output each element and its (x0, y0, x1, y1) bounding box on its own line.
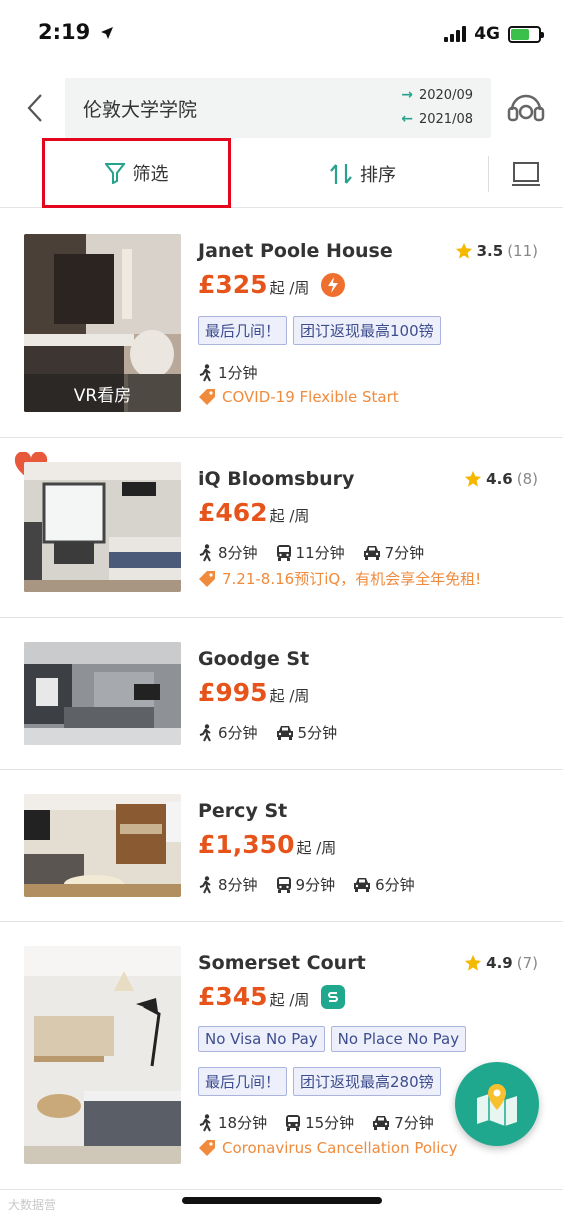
listing-photo (24, 642, 181, 745)
listing-name: Percy St (198, 800, 288, 822)
car-icon (354, 878, 371, 892)
location-arrow-icon (100, 27, 113, 39)
transit-times: 6分钟 5分钟 (198, 722, 355, 743)
walk-icon (199, 1113, 211, 1131)
search-bar[interactable]: 伦敦大学学院 → 2020/09 ← 2021/08 (65, 78, 491, 138)
listing-rating: 4.6 (8) (464, 470, 538, 488)
transit-times: 18分钟 15分钟 7分钟 (198, 1112, 452, 1133)
divider (488, 156, 489, 192)
map-view-button[interactable] (455, 1062, 539, 1146)
check-in-date: → 2020/09 (401, 87, 473, 103)
tag: No Visa No Pay (198, 1026, 325, 1052)
listing-card[interactable]: VR看房 Janet Poole House 3.5 (11) £325 起 /周… (0, 210, 563, 438)
listing-tags: 最后几间！ 团订返现最高280镑 (198, 1067, 441, 1096)
battery-icon (508, 25, 544, 43)
status-bar: 2:19 4G (0, 0, 563, 70)
listing-tags: 最后几间！ 团订返现最高100镑 (198, 316, 441, 345)
listing-card[interactable]: Somerset Court 4.9 (7) £345 起 /周 No Visa … (0, 922, 563, 1190)
star-icon (465, 470, 482, 487)
tag: 团订返现最高100镑 (293, 316, 441, 345)
filter-sort-bar: 筛选 排序 (0, 138, 563, 208)
sort-button[interactable]: 排序 (330, 154, 396, 194)
walk-icon (199, 723, 211, 741)
listing-rating: 4.9 (7) (464, 954, 538, 972)
listing-price: £462 起 /周 (198, 498, 310, 527)
listing-price: £345 起 /周 (198, 982, 346, 1011)
arrow-left-icon: ← (401, 111, 413, 127)
listing-photo (24, 794, 181, 897)
promotion: COVID-19 Flexible Start (198, 388, 399, 406)
listing-photo (24, 946, 181, 1164)
listing-name: Goodge St (198, 648, 310, 670)
laptop-view-icon (512, 162, 540, 186)
sort-label: 排序 (360, 165, 396, 186)
network-type: 4G (474, 24, 500, 44)
sort-arrows-icon (330, 164, 352, 184)
listing-price: £1,350 起 /周 (198, 830, 337, 859)
price-tag-icon (199, 389, 215, 405)
chevron-left-icon (27, 94, 42, 122)
back-button[interactable] (20, 92, 50, 124)
car-icon (373, 1116, 390, 1130)
star-icon (455, 242, 472, 259)
listing-card[interactable]: Percy St £1,350 起 /周 8分钟 9分钟 6分钟 (0, 770, 563, 922)
listing-name: iQ Bloomsbury (198, 468, 355, 490)
listing-card[interactable]: Goodge St £995 起 /周 6分钟 5分钟 (0, 618, 563, 770)
price-tag-icon (199, 1140, 215, 1156)
listing-rating: 3.5 (11) (455, 242, 538, 260)
listing-tags: No Visa No Pay No Place No Pay (198, 1026, 467, 1052)
home-indicator[interactable] (182, 1197, 382, 1204)
listing-price: £995 起 /周 (198, 678, 310, 707)
listing-price: £325 起 /周 (198, 270, 346, 299)
lightning-icon (321, 272, 346, 297)
watermark: 大数据营 (8, 1198, 57, 1212)
customer-service-button[interactable] (505, 90, 547, 126)
headset-icon (507, 94, 545, 122)
status-time: 2:19 (38, 20, 114, 44)
listing-name: Janet Poole House (198, 240, 393, 262)
map-pin-icon (477, 1084, 517, 1126)
promotion: Coronavirus Cancellation Policy (198, 1139, 458, 1157)
transit-times: 8分钟 9分钟 6分钟 (198, 874, 433, 895)
filter-button[interactable]: 筛选 (42, 138, 231, 208)
tag: 最后几间！ (198, 316, 288, 345)
bus-icon (286, 1115, 301, 1131)
search-query: 伦敦大学学院 (83, 99, 198, 121)
filter-label: 筛选 (132, 164, 169, 185)
filter-funnel-icon (104, 163, 125, 184)
car-icon (276, 726, 293, 740)
verified-brand-icon (321, 984, 346, 1009)
walk-icon (199, 543, 211, 561)
car-icon (363, 546, 380, 560)
transit-times: 1分钟 (198, 362, 276, 383)
arrow-right-icon: → (401, 87, 413, 103)
price-tag-icon (199, 570, 215, 587)
tag: 最后几间！ (198, 1067, 288, 1096)
check-out-date: ← 2021/08 (401, 111, 473, 127)
listing-photo: VR看房 (24, 234, 181, 412)
tag: No Place No Pay (330, 1026, 467, 1052)
listing-card[interactable]: iQ Bloomsbury 4.6 (8) £462 起 /周 8分钟 11分钟 … (0, 438, 563, 618)
cell-signal-icon (444, 26, 467, 42)
tag: 团订返现最高280镑 (293, 1067, 441, 1096)
vr-tour-label[interactable]: VR看房 (24, 374, 181, 412)
bus-icon (276, 877, 291, 893)
listing-name: Somerset Court (198, 952, 366, 974)
walk-icon (199, 363, 211, 381)
view-toggle-button[interactable] (510, 158, 542, 190)
bus-icon (276, 545, 291, 561)
walk-icon (199, 875, 211, 893)
promotion: 7.21-8.16预订iQ，有机会享全年免租! (198, 568, 481, 589)
star-icon (465, 954, 482, 971)
listing-photo (24, 462, 181, 592)
transit-times: 8分钟 11分钟 7分钟 (198, 542, 442, 563)
